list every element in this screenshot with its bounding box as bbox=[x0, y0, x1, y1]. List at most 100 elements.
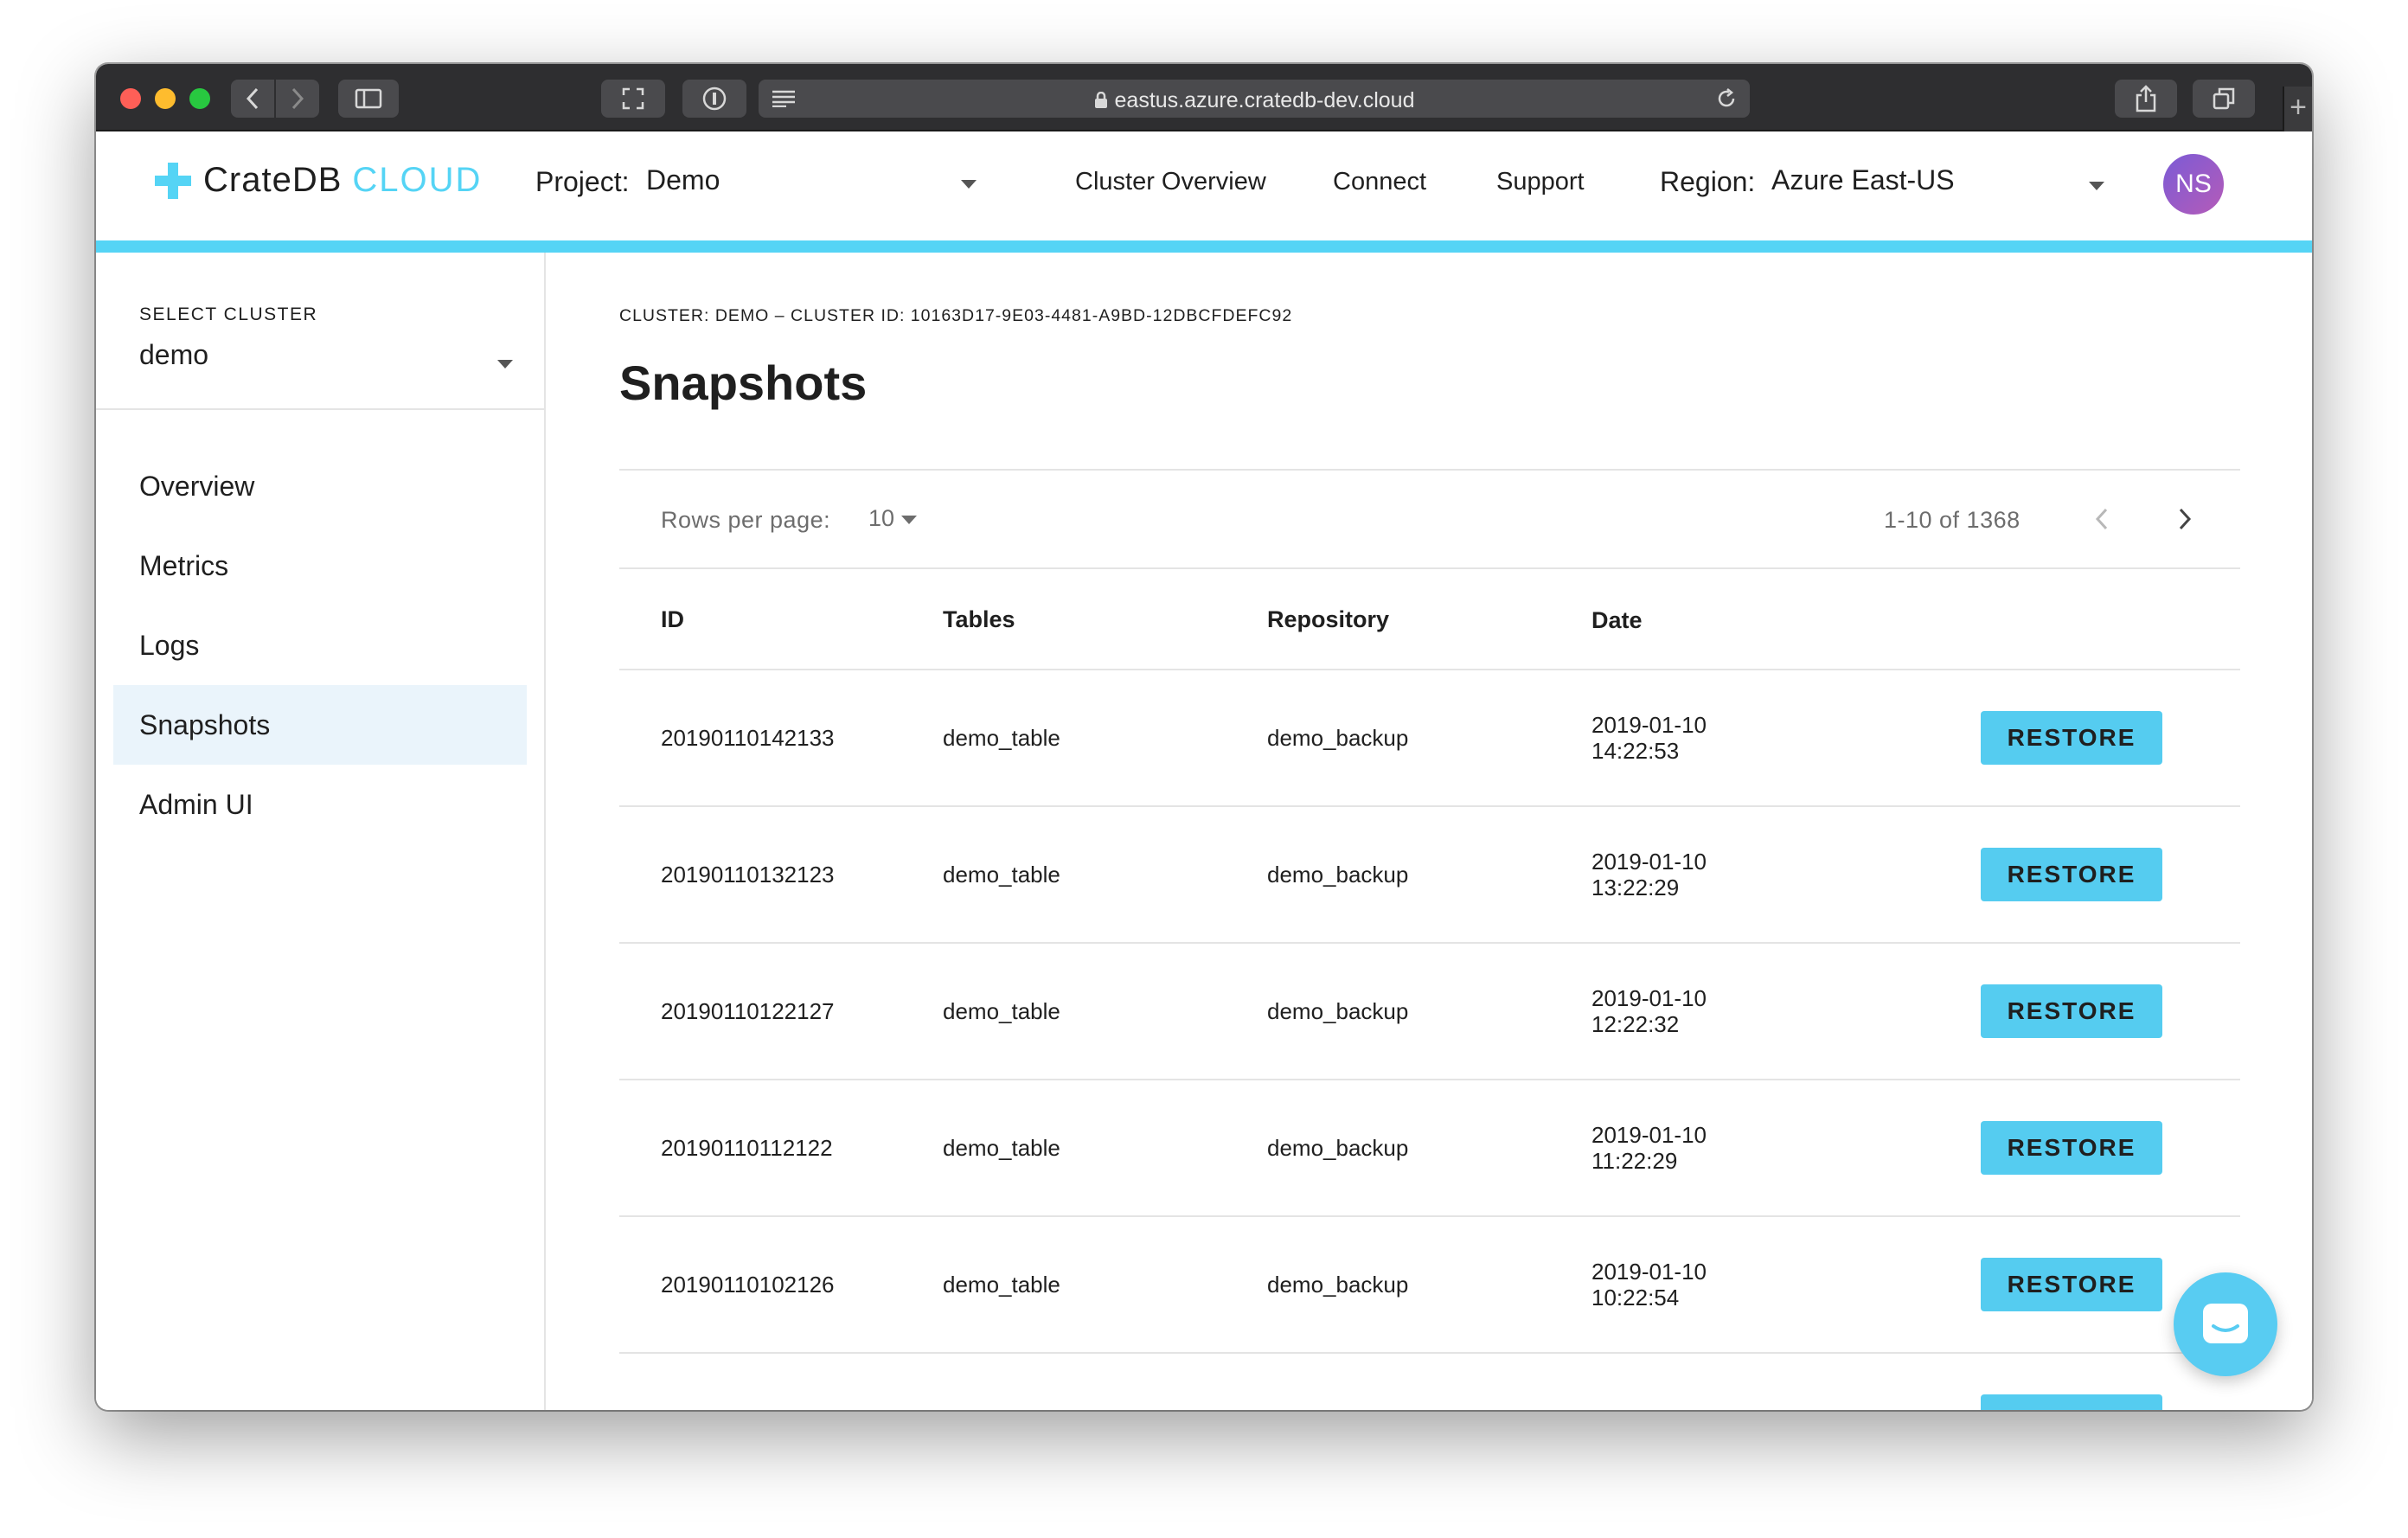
snapshot-tables: demo_table bbox=[943, 1216, 1267, 1354]
plus-icon: + bbox=[2290, 91, 2307, 124]
row-actions: RESTORE bbox=[1981, 1080, 2240, 1217]
snapshot-date-day: 2019-01-10 bbox=[1591, 1259, 1707, 1285]
snapshot-id: 20190110122127 bbox=[619, 943, 943, 1080]
snapshot-id bbox=[619, 1353, 943, 1410]
restore-button[interactable]: RESTORE bbox=[1981, 1258, 2162, 1311]
snapshot-date-time: 14:22:53 bbox=[1591, 738, 1680, 764]
cluster-select[interactable]: demo bbox=[139, 339, 208, 371]
sidebar-toggle-button[interactable] bbox=[338, 80, 399, 118]
nav-support[interactable]: Support bbox=[1496, 168, 1585, 196]
row-actions: RESTORE bbox=[1981, 670, 2240, 807]
forward-button[interactable] bbox=[274, 80, 319, 118]
sidebar-item-snapshots[interactable]: Snapshots bbox=[113, 685, 527, 765]
snapshot-repository bbox=[1267, 1353, 1591, 1410]
rows-per-page-value: 10 bbox=[868, 505, 895, 531]
snapshot-id: 20190110132123 bbox=[619, 806, 943, 944]
table-row: 20190110142133 demo_table demo_backup 20… bbox=[619, 670, 2240, 807]
project-select[interactable]: Demo bbox=[646, 164, 720, 196]
snapshot-tables bbox=[943, 1353, 1267, 1410]
snapshot-tables: demo_table bbox=[943, 943, 1267, 1080]
column-header-repository[interactable]: Repository bbox=[1267, 571, 1591, 670]
reload-icon[interactable] bbox=[1715, 87, 1738, 110]
sidebar-item-logs[interactable]: Logs bbox=[113, 606, 527, 685]
address-bar[interactable]: eastus.azure.cratedb-dev.cloud bbox=[759, 80, 1750, 118]
zoom-window-button[interactable] bbox=[189, 88, 210, 109]
logo-name: CrateDB bbox=[203, 161, 343, 199]
cluster-dropdown-caret-icon[interactable] bbox=[497, 360, 513, 368]
password-icon bbox=[702, 87, 727, 111]
table-row: 20190110122127 demo_table demo_backup 20… bbox=[619, 943, 2240, 1080]
snapshot-tables: demo_table bbox=[943, 670, 1267, 807]
chat-icon bbox=[2203, 1304, 2248, 1343]
project-dropdown-caret-icon[interactable] bbox=[961, 180, 977, 189]
chat-widget-button[interactable] bbox=[2174, 1272, 2277, 1376]
nav-connect[interactable]: Connect bbox=[1333, 168, 1426, 196]
sidebar-divider bbox=[96, 408, 546, 410]
sidebar-item-metrics[interactable]: Metrics bbox=[113, 526, 527, 606]
select-cluster-label: SELECT CLUSTER bbox=[139, 304, 318, 324]
snapshot-tables: demo_table bbox=[943, 806, 1267, 944]
restore-button[interactable]: RESTORE bbox=[1981, 984, 2162, 1038]
browser-window: eastus.azure.cratedb-dev.cloud + CrateDB… bbox=[96, 64, 2312, 1410]
header-accent-bar bbox=[96, 240, 2312, 253]
snapshots-table: ID Tables Repository Date 20190110142133… bbox=[619, 571, 2240, 1410]
sidebar-icon bbox=[355, 88, 382, 109]
fullscreen-button[interactable] bbox=[601, 80, 665, 118]
snapshot-date: 2019-01-10 bbox=[1591, 1353, 1981, 1410]
page-title: Snapshots bbox=[619, 356, 868, 410]
snapshot-date: 2019-01-10 12:22:32 bbox=[1591, 943, 1981, 1080]
restore-button[interactable]: RESTORE bbox=[1981, 1121, 2162, 1175]
user-avatar[interactable]: NS bbox=[2163, 154, 2224, 215]
snapshot-id: 20190110102126 bbox=[619, 1216, 943, 1354]
column-header-tables[interactable]: Tables bbox=[943, 571, 1267, 670]
chevron-right-icon bbox=[291, 87, 304, 110]
sidebar-item-admin-ui[interactable]: Admin UI bbox=[113, 765, 527, 844]
restore-button[interactable]: RESTORE bbox=[1981, 711, 2162, 765]
rows-per-page-caret-icon[interactable] bbox=[901, 516, 917, 524]
share-button[interactable] bbox=[2115, 80, 2177, 118]
sidebar-item-overview[interactable]: Overview bbox=[113, 446, 527, 526]
region-dropdown-caret-icon[interactable] bbox=[2089, 182, 2104, 190]
region-select[interactable]: Azure East-US bbox=[1771, 164, 1955, 196]
snapshot-repository: demo_backup bbox=[1267, 943, 1591, 1080]
chevron-right-icon bbox=[2179, 508, 2192, 530]
snapshot-date-time: 13:22:29 bbox=[1591, 875, 1680, 900]
previous-page-button[interactable] bbox=[2083, 500, 2121, 538]
snapshot-id: 20190110112122 bbox=[619, 1080, 943, 1217]
cratedb-logo[interactable]: CrateDB CLOUD bbox=[155, 161, 482, 200]
region-label: Region: bbox=[1660, 166, 1756, 197]
row-actions: RESTORE bbox=[1981, 806, 2240, 944]
sidebar: SELECT CLUSTER demo Overview Metrics Log… bbox=[96, 253, 546, 1410]
column-header-actions bbox=[1981, 571, 2240, 670]
main-content: CLUSTER: DEMO – CLUSTER ID: 10163D17-9E0… bbox=[548, 253, 2312, 1410]
snapshot-date: 2019-01-10 13:22:29 bbox=[1591, 806, 1981, 944]
snapshot-tables: demo_table bbox=[943, 1080, 1267, 1217]
snapshot-date: 2019-01-10 14:22:53 bbox=[1591, 670, 1981, 807]
table-row: 20190110132123 demo_table demo_backup 20… bbox=[619, 806, 2240, 944]
minimize-window-button[interactable] bbox=[155, 88, 176, 109]
rows-per-page-select[interactable]: 10 bbox=[868, 505, 894, 532]
new-tab-button[interactable]: + bbox=[2283, 87, 2312, 131]
snapshot-repository: demo_backup bbox=[1267, 1080, 1591, 1217]
next-page-button[interactable] bbox=[2166, 500, 2204, 538]
share-icon bbox=[2136, 85, 2156, 112]
avatar-initials: NS bbox=[2175, 170, 2212, 198]
column-header-date[interactable]: Date bbox=[1591, 571, 1981, 670]
lock-icon bbox=[1094, 91, 1107, 108]
tabs-overview-button[interactable] bbox=[2193, 80, 2255, 118]
chevron-left-icon bbox=[2095, 508, 2108, 530]
column-header-id[interactable]: ID bbox=[619, 571, 943, 670]
snapshot-date-time: 10:22:54 bbox=[1591, 1285, 1680, 1311]
project-label: Project: bbox=[535, 166, 630, 197]
table-row: 2019-01-10 RESTORE bbox=[619, 1353, 2240, 1410]
password-manager-button[interactable] bbox=[682, 80, 746, 118]
back-button[interactable] bbox=[231, 80, 274, 118]
row-actions: RESTORE bbox=[1981, 943, 2240, 1080]
snapshot-repository: demo_backup bbox=[1267, 670, 1591, 807]
rows-per-page-label: Rows per page: bbox=[661, 507, 831, 533]
restore-button[interactable]: RESTORE bbox=[1981, 848, 2162, 901]
expand-icon bbox=[622, 87, 644, 110]
restore-button[interactable]: RESTORE bbox=[1981, 1394, 2162, 1410]
nav-cluster-overview[interactable]: Cluster Overview bbox=[1075, 168, 1266, 196]
close-window-button[interactable] bbox=[120, 88, 141, 109]
